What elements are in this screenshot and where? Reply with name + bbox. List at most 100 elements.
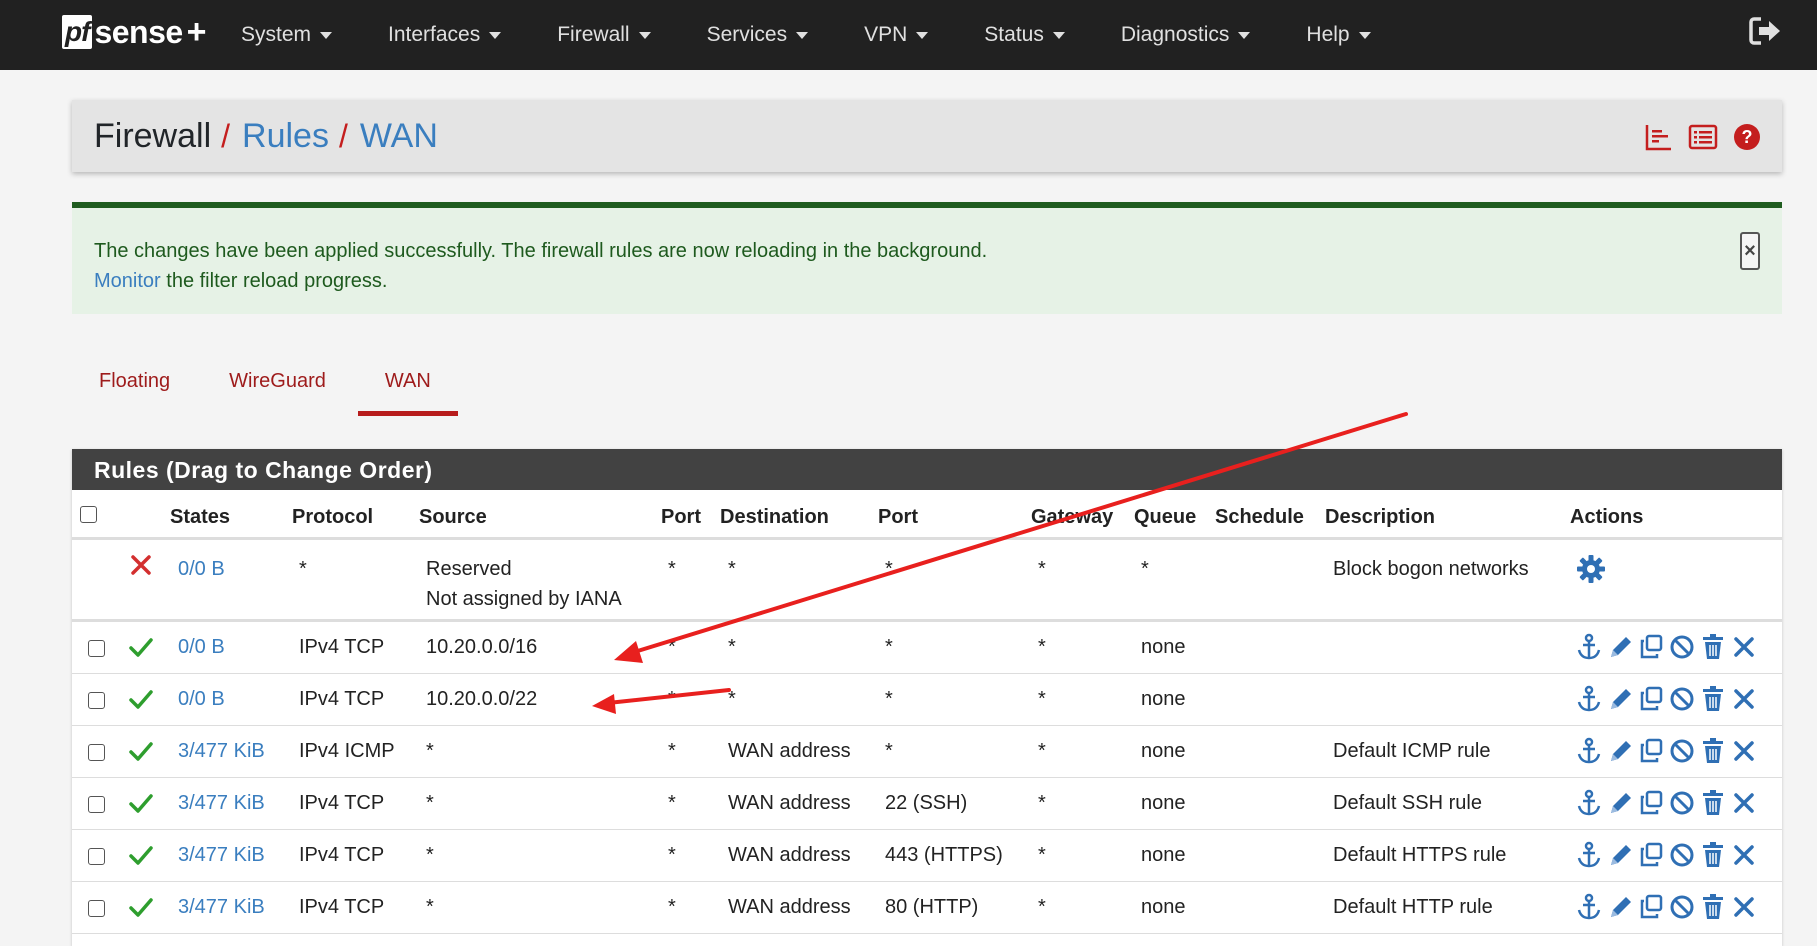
delete-icon[interactable] [1731, 685, 1757, 713]
breadcrumb-rules[interactable]: Rules [242, 117, 329, 156]
row-checkbox[interactable] [88, 692, 105, 709]
anchor-icon[interactable] [1576, 737, 1602, 765]
row-states[interactable]: 0/0 B [178, 688, 225, 711]
nav-diagnostics[interactable]: Diagnostics [1121, 23, 1251, 47]
row-source: * [426, 896, 434, 918]
trash-icon[interactable] [1700, 685, 1726, 713]
copy-icon[interactable] [1638, 789, 1664, 817]
copy-icon[interactable] [1638, 893, 1664, 921]
disable-icon[interactable] [1669, 789, 1695, 817]
alert-message: The changes have been applied successful… [94, 240, 988, 262]
row-states[interactable]: 0/0 B [178, 554, 225, 584]
nav-vpn[interactable]: VPN [864, 23, 929, 47]
anchor-icon[interactable] [1576, 633, 1602, 661]
row-states[interactable]: 3/477 KiB [178, 740, 265, 763]
col-states: States [170, 506, 231, 528]
pencil-icon[interactable] [1607, 685, 1633, 713]
row-checkbox[interactable] [88, 640, 105, 657]
row-source: * [426, 792, 434, 814]
list-icon[interactable] [1688, 122, 1718, 152]
row-states[interactable]: 3/477 KiB [178, 896, 265, 919]
nav-status[interactable]: Status [984, 23, 1065, 47]
logo-sense: sense [94, 13, 183, 50]
row-checkbox[interactable] [88, 744, 105, 761]
nav-services[interactable]: Services [707, 23, 809, 47]
col-source-port: Port [661, 506, 701, 528]
trash-icon[interactable] [1700, 633, 1726, 661]
trash-icon[interactable] [1700, 737, 1726, 765]
trash-icon[interactable] [1700, 893, 1726, 921]
breadcrumb-firewall: Firewall [94, 116, 212, 155]
tab-wireguard[interactable]: WireGuard [202, 350, 353, 416]
row-destination: WAN address [728, 896, 851, 918]
row-checkbox[interactable] [88, 796, 105, 813]
nav-interfaces[interactable]: Interfaces [388, 23, 502, 47]
tab-floating[interactable]: Floating [72, 350, 197, 416]
nav-help[interactable]: Help [1306, 23, 1371, 47]
table-row[interactable]: 3/477 KiB IPv4 TCP * * WAN address 443 (HTTPS… [72, 830, 1782, 882]
disable-icon[interactable] [1669, 633, 1695, 661]
pencil-icon[interactable] [1607, 737, 1633, 765]
table-row[interactable]: 0/0 B IPv4 TCP 10.20.0.0/22 * * * * none [72, 674, 1782, 726]
table-row[interactable]: 3/477 KiB IPv4 TCP * * WAN address 22 (SSH) * n… [72, 778, 1782, 830]
disable-icon[interactable] [1669, 893, 1695, 921]
copy-icon[interactable] [1638, 685, 1664, 713]
table-row[interactable]: 3/477 KiB IPv4 TCP * * WAN address 80 (HTTP) *… [72, 882, 1782, 934]
row-checkbox[interactable] [88, 848, 105, 865]
gear-icon[interactable] [1576, 554, 1606, 584]
row-source-port: * [668, 792, 676, 814]
nav-system[interactable]: System [241, 23, 333, 47]
anchor-icon[interactable] [1576, 685, 1602, 713]
pencil-icon[interactable] [1607, 893, 1633, 921]
row-source-port: * [668, 740, 676, 762]
pencil-icon[interactable] [1607, 633, 1633, 661]
anchor-icon[interactable] [1576, 789, 1602, 817]
table-row[interactable]: 3/477 KiB IPv4 ICMP * * WAN address * * none Def… [72, 726, 1782, 778]
disable-icon[interactable] [1669, 841, 1695, 869]
table-row[interactable]: 0/0 B * Reserved Not assigned by IANA * … [72, 540, 1782, 622]
pfsense-logo[interactable]: pf sense + [62, 12, 207, 52]
success-alert: The changes have been applied successful… [72, 202, 1782, 314]
pass-check-icon [129, 690, 153, 709]
logout-icon[interactable] [1749, 16, 1783, 46]
row-states[interactable]: 3/477 KiB [178, 844, 265, 867]
nav-firewall[interactable]: Firewall [557, 23, 651, 47]
row-dest-port: 443 (HTTPS) [885, 844, 1003, 866]
table-row[interactable]: 0/0 B IPv4 TCP 10.20.0.0/16 * * * * none [72, 622, 1782, 674]
row-destination: * [728, 636, 736, 658]
select-all-checkbox[interactable] [80, 506, 97, 523]
chart-icon[interactable] [1644, 122, 1674, 152]
copy-icon[interactable] [1638, 841, 1664, 869]
delete-icon[interactable] [1731, 789, 1757, 817]
pass-check-icon [129, 794, 153, 813]
row-states[interactable]: 0/0 B [178, 636, 225, 659]
trash-icon[interactable] [1700, 789, 1726, 817]
disable-icon[interactable] [1669, 685, 1695, 713]
delete-icon[interactable] [1731, 737, 1757, 765]
monitor-link[interactable]: Monitor [94, 270, 161, 292]
row-gateway: * [1038, 792, 1046, 814]
pencil-icon[interactable] [1607, 841, 1633, 869]
delete-icon[interactable] [1731, 841, 1757, 869]
delete-icon[interactable] [1731, 633, 1757, 661]
alert-suffix: the filter reload progress. [160, 270, 388, 292]
breadcrumb-wan[interactable]: WAN [360, 117, 438, 156]
tab-wan[interactable]: WAN [357, 350, 458, 416]
copy-icon[interactable] [1638, 737, 1664, 765]
anchor-icon[interactable] [1576, 893, 1602, 921]
anchor-icon[interactable] [1576, 841, 1602, 869]
breadcrumb-separator: / [221, 117, 231, 154]
trash-icon[interactable] [1700, 841, 1726, 869]
navbar: pf sense + System Interfaces Firewall Se… [0, 0, 1817, 70]
delete-icon[interactable] [1731, 893, 1757, 921]
caret-down-icon [638, 31, 651, 39]
disable-icon[interactable] [1669, 737, 1695, 765]
pencil-icon[interactable] [1607, 789, 1633, 817]
help-icon[interactable]: ? [1732, 122, 1762, 152]
row-states[interactable]: 3/477 KiB [178, 792, 265, 815]
row-checkbox[interactable] [88, 900, 105, 917]
copy-icon[interactable] [1638, 633, 1664, 661]
row-dest-port: 80 (HTTP) [885, 896, 979, 918]
alert-close-button[interactable]: × [1740, 232, 1760, 270]
row-source: 10.20.0.0/22 [426, 688, 538, 710]
